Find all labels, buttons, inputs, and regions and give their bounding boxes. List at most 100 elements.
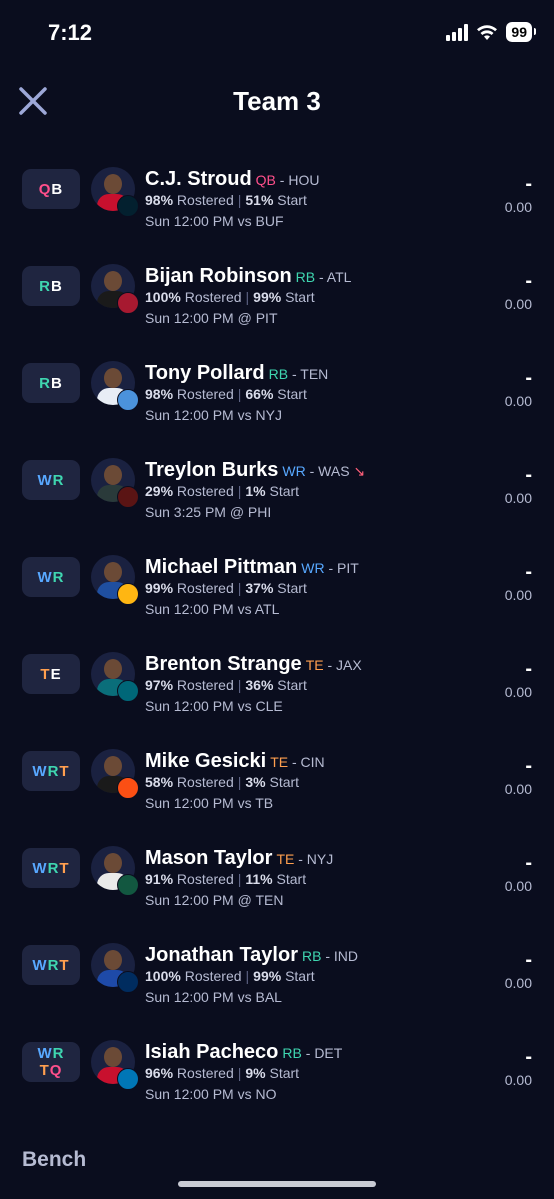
slot-badge[interactable]: WRT [22,848,80,888]
start-label: Start [269,1065,300,1081]
slot-badge-label: TQ [39,1062,63,1079]
start-label: Start [276,871,307,887]
slot-badge-label: WR [37,568,65,586]
projected-points: - [525,949,532,971]
slot-badge-label: RB [39,277,63,295]
start-pct: 36% [245,677,274,693]
player-team: HOU [288,172,320,188]
player-position: RB [302,948,322,964]
player-name[interactable]: Jonathan Taylor [145,944,298,966]
roster-row[interactable]: WRT Mason Taylor TE - NYJ 91% Rostered | 11% … [0,819,554,916]
team-logo-icon [117,292,139,314]
projected-points: - [525,173,532,195]
projected-points: - [525,852,532,874]
slot-badge-label: WR [37,1045,65,1062]
roster-row[interactable]: WRT Jonathan Taylor RB - IND 100% Rostered |… [0,916,554,1013]
player-team: NYJ [306,851,334,867]
player-score: 0.00 [504,878,532,894]
rostered-label: Rostered [176,580,234,596]
player-name[interactable]: Brenton Strange [145,653,302,675]
player-score: 0.00 [504,393,532,409]
roster-row[interactable]: TE Brenton Strange TE - JAX 97% Rostered | 36… [0,625,554,722]
player-stats: 98% Rostered | 66% Start [145,386,307,402]
roster-row[interactable]: WRT Mike Gesicki TE - CIN 58% Rostered | 3% S… [0,722,554,819]
game-info: Sun 12:00 PM vs BAL [145,989,282,1005]
player-name[interactable]: Mike Gesicki [145,750,266,772]
player-stats: 91% Rostered | 11% Start [145,871,306,887]
rostered-pct: 100% [145,968,181,984]
player-name[interactable]: C.J. Stroud [145,168,252,190]
team-logo-icon [117,195,139,217]
stats-divider: | [237,580,242,596]
roster-row[interactable]: WR Treylon Burks WR - WAS ↘ 29% Rostered | 1% … [0,431,554,528]
game-info: Sun 3:25 PM @ PHI [145,504,272,520]
player-score: 0.00 [504,199,532,215]
rostered-pct: 98% [145,386,174,402]
projected-points: - [525,755,532,777]
slot-badge[interactable]: WR [22,557,80,597]
roster-row[interactable]: QB C.J. Stroud QB - HOU 98% Rostered | 51% St… [0,140,554,237]
game-info: Sun 12:00 PM @ PIT [145,310,278,326]
player-name[interactable]: Bijan Robinson [145,265,292,287]
rostered-pct: 100% [145,289,181,305]
rostered-pct: 98% [145,192,174,208]
slot-badge[interactable]: RB [22,363,80,403]
player-team-sep: - [288,754,301,770]
player-position: TE [305,657,324,673]
stats-divider: | [237,677,242,693]
player-score: 0.00 [504,684,532,700]
player-name[interactable]: Michael Pittman [145,556,297,578]
roster-row[interactable]: WR TQ Isiah Pacheco RB - DET 96% Rostered | 9%… [0,1013,554,1110]
team-logo-icon [117,583,139,605]
player-stats: 29% Rostered | 1% Start [145,483,299,499]
player-name[interactable]: Treylon Burks [145,459,278,481]
player-name[interactable]: Isiah Pacheco [145,1041,278,1063]
slot-badge[interactable]: RB [22,266,80,306]
rostered-pct: 97% [145,677,174,693]
slot-badge[interactable]: WR TQ [22,1042,80,1082]
start-label: Start [269,774,300,790]
header: Team 3 [0,66,554,138]
player-line: Tony Pollard RB - TEN [145,362,328,385]
slot-badge-label: TE [40,665,62,683]
roster-row[interactable]: RB Tony Pollard RB - TEN 98% Rostered | 66% S… [0,334,554,431]
player-team-sep: - [321,948,334,964]
player-name[interactable]: Tony Pollard [145,362,265,384]
home-indicator[interactable] [178,1181,376,1187]
player-position: RB [282,1045,302,1061]
game-info: Sun 12:00 PM vs TB [145,795,274,811]
rostered-label: Rostered [184,289,242,305]
player-stats: 58% Rostered | 3% Start [145,774,299,790]
player-name[interactable]: Mason Taylor [145,847,272,869]
slot-badge[interactable]: WRT [22,751,80,791]
start-label: Start [277,677,307,693]
slot-badge[interactable]: QB [22,169,80,209]
slot-badge[interactable]: TE [22,654,80,694]
stats-divider: | [237,1065,242,1081]
start-pct: 37% [245,580,274,596]
rostered-pct: 29% [145,483,174,499]
stats-divider: | [237,386,242,402]
start-label: Start [277,386,307,402]
player-score: 0.00 [504,781,532,797]
player-team: PIT [337,560,359,576]
slot-badge[interactable]: WR [22,460,80,500]
player-line: Michael Pittman WR - PIT [145,556,359,579]
status-bar: 7:12 99 [0,0,554,66]
slot-badge[interactable]: WRT [22,945,80,985]
rostered-pct: 99% [145,580,174,596]
projected-points: - [525,464,532,486]
rostered-label: Rostered [176,677,234,693]
roster-row[interactable]: RB Bijan Robinson RB - ATL 100% Rostered | 99… [0,237,554,334]
rostered-label: Rostered [176,386,234,402]
slot-badge-label: WRT [32,762,70,780]
roster-row[interactable]: WR Michael Pittman WR - PIT 99% Rostered | 37… [0,528,554,625]
player-line: Mason Taylor TE - NYJ [145,847,333,870]
stats-divider: | [245,968,250,984]
slot-badge-label: QB [38,180,64,198]
start-pct: 99% [253,289,282,305]
player-team-sep: - [324,560,338,576]
status-time: 7:12 [48,20,93,45]
player-score: 0.00 [504,1072,532,1088]
player-stats: 100% Rostered | 99% Start [145,289,315,305]
